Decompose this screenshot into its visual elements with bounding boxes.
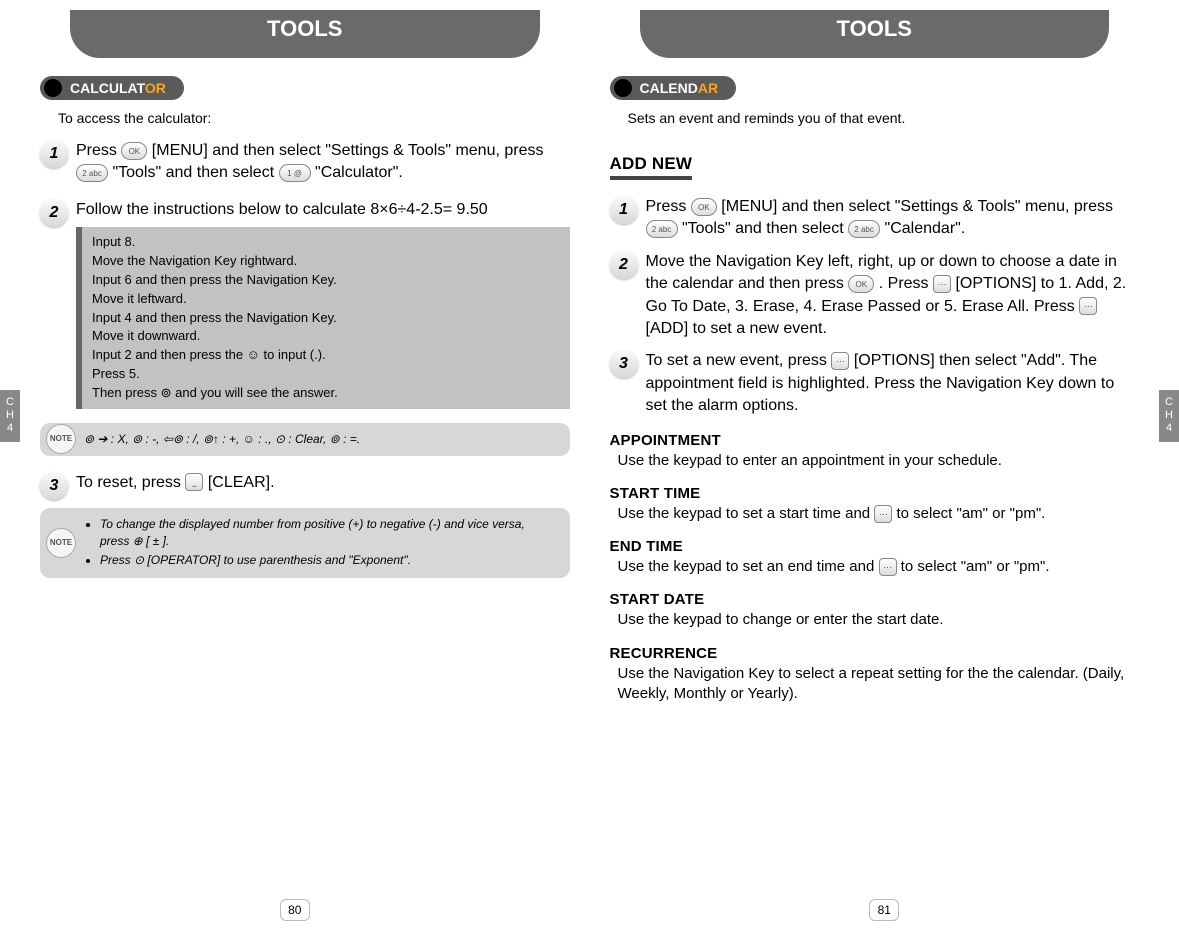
page-number-left: 80 <box>280 899 310 921</box>
section-chip-calendar: CALENDAR <box>610 76 737 100</box>
step-text: [MENU] and then select "Settings & Tools… <box>721 198 1113 215</box>
step-number-icon: 3 <box>610 350 638 378</box>
ok-key-icon: OK <box>848 275 874 293</box>
soft-key-icon: ⎵ <box>185 473 203 491</box>
note-list: To change the displayed number from posi… <box>84 516 556 568</box>
note-box-tips: NOTE To change the displayed number from… <box>40 508 570 578</box>
chapter-tab-right: CH4 <box>1159 390 1179 442</box>
start-time-heading: START TIME <box>610 485 1140 502</box>
note-box-operators: NOTE ⊚ ➔ : X, ⊚ : -, ⇦⊚ : /, ⊚↑ : +, ☺ :… <box>40 423 570 456</box>
note-icon: NOTE <box>46 424 76 454</box>
page-header-left: TOOLS <box>70 10 540 58</box>
text-fragment: Use the keypad to set an end time and <box>618 558 879 575</box>
appointment-heading: APPOINTMENT <box>610 432 1140 449</box>
calc-step-2: 2 Follow the instructions below to calcu… <box>76 199 570 409</box>
note-text: ⊚ ➔ : X, ⊚ : -, ⇦⊚ : /, ⊚↑ : +, ☺ : ., ⊙… <box>84 432 360 446</box>
soft-key-icon: ⋯ <box>879 558 897 576</box>
chapter-tab-left: CH4 <box>0 390 20 442</box>
key-2abc-icon: 2 abc <box>848 220 880 238</box>
cal-step-1: 1 Press OK [MENU] and then select "Setti… <box>646 196 1140 241</box>
step-text: . Press <box>879 275 933 292</box>
step-text: Press <box>646 198 691 215</box>
step-number-icon: 2 <box>40 199 68 227</box>
page-header-right: TOOLS <box>640 10 1110 58</box>
instruction-box: Input 8. Move the Navigation Key rightwa… <box>76 227 570 409</box>
section-chip-text-a: CALEND <box>640 80 698 96</box>
start-time-text: Use the keypad to set a start time and ⋯… <box>618 504 1140 524</box>
key-2abc-icon: 2 abc <box>76 164 108 182</box>
step-text: "Tools" and then select <box>682 220 848 237</box>
soft-key-icon: ⋯ <box>831 352 849 370</box>
calc-step-3: 3 To reset, press ⎵ [CLEAR]. <box>76 472 570 494</box>
step-number-icon: 2 <box>610 251 638 279</box>
add-new-heading: ADD NEW <box>610 154 693 180</box>
text-fragment: to select "am" or "pm". <box>896 505 1045 522</box>
step-text: To set a new event, press <box>646 352 832 369</box>
page-right: TOOLS CALENDAR Sets an event and reminds… <box>590 10 1179 925</box>
note-bullet: To change the displayed number from posi… <box>100 516 556 550</box>
note-icon: NOTE <box>46 528 76 558</box>
recurrence-heading: RECURRENCE <box>610 645 1140 662</box>
ok-key-icon: OK <box>121 142 147 160</box>
text-fragment: to select "am" or "pm". <box>901 558 1050 575</box>
soft-key-icon: ⋯ <box>1079 297 1097 315</box>
step-text: Press <box>76 142 121 159</box>
ok-key-icon: OK <box>691 198 717 216</box>
cal-step-3: 3 To set a new event, press ⋯ [OPTIONS] … <box>646 350 1140 417</box>
soft-key-icon: ⋯ <box>874 505 892 523</box>
note-bullet: Press ⊙ [OPERATOR] to use parenthesis an… <box>100 552 556 569</box>
page-number-right: 81 <box>869 899 899 921</box>
recurrence-text: Use the Navigation Key to select a repea… <box>618 664 1140 705</box>
step-text: [MENU] and then select "Settings & Tools… <box>152 142 544 159</box>
section-chip-calculator: CALCULATOR <box>40 76 184 100</box>
intro-calculator: To access the calculator: <box>58 110 570 126</box>
step-text: To reset, press <box>76 474 185 491</box>
end-time-text: Use the keypad to set an end time and ⋯ … <box>618 557 1140 577</box>
step-text: Follow the instructions below to calcula… <box>76 201 488 218</box>
text-fragment: Use the keypad to set a start time and <box>618 505 875 522</box>
start-date-heading: START DATE <box>610 591 1140 608</box>
section-chip-text-a: CALCULAT <box>70 80 145 96</box>
page-left: TOOLS CALCULATOR To access the calculato… <box>0 10 590 925</box>
step-text: [CLEAR]. <box>208 474 275 491</box>
step-text: "Calendar". <box>885 220 966 237</box>
key-2abc-icon: 2 abc <box>646 220 678 238</box>
step-text: "Tools" and then select <box>112 164 278 181</box>
key-1-icon: 1 @ <box>279 164 311 182</box>
start-date-text: Use the keypad to change or enter the st… <box>618 610 1140 630</box>
step-text: "Calculator". <box>315 164 403 181</box>
intro-calendar: Sets an event and reminds you of that ev… <box>628 110 1140 126</box>
step-number-icon: 1 <box>610 196 638 224</box>
step-number-icon: 3 <box>40 472 68 500</box>
step-text: [ADD] to set a new event. <box>646 320 827 337</box>
section-chip-text-b: OR <box>145 80 166 96</box>
cal-step-2: 2 Move the Navigation Key left, right, u… <box>646 251 1140 341</box>
soft-key-icon: ⋯ <box>933 275 951 293</box>
section-chip-text-b: AR <box>698 80 718 96</box>
appointment-text: Use the keypad to enter an appointment i… <box>618 451 1140 471</box>
step-number-icon: 1 <box>40 140 68 168</box>
calc-step-1: 1 Press OK [MENU] and then select "Setti… <box>76 140 570 185</box>
end-time-heading: END TIME <box>610 538 1140 555</box>
